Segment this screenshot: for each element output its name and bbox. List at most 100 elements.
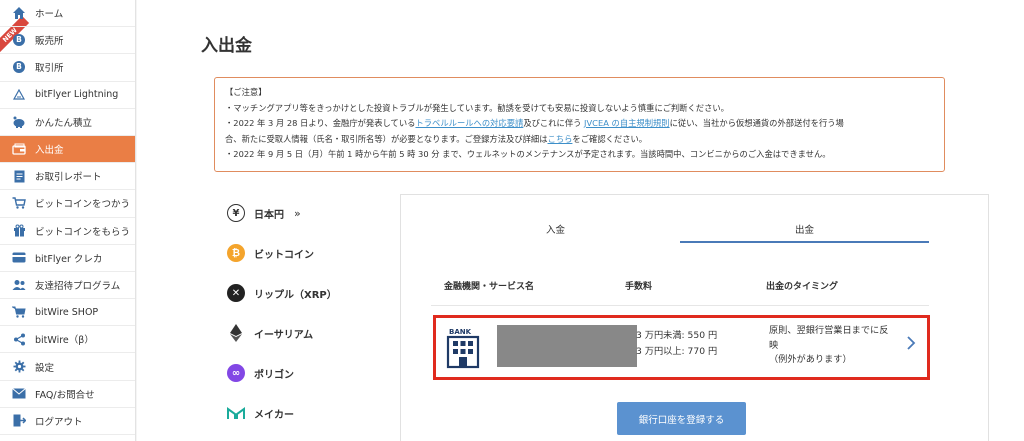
currency-label: メイカー (254, 409, 294, 421)
ethereum-icon (227, 324, 245, 342)
logout-icon (12, 414, 26, 428)
currency-item-btc[interactable]: ₿ ビットコイン (227, 233, 377, 273)
currency-list: ¥ 日本円 » ₿ ビットコイン ✕ リップル（XRP） イーサリアム ∞ ポリ… (227, 193, 377, 433)
sidebar-item-report[interactable]: お取引レポート (0, 163, 135, 191)
sidebar-item-get-bitcoin[interactable]: ビットコインをもらう (0, 218, 135, 245)
currency-item-eth[interactable]: イーサリアム (227, 313, 377, 353)
timing-line: 映 (769, 339, 779, 351)
sidebar-item-label: 取引所 (35, 63, 64, 75)
home-icon (12, 6, 26, 20)
app-root: NEW ホーム B 販売所 B 取引所 bitFlyer Lightning か… (0, 0, 1024, 441)
tab-withdraw[interactable]: 出金 (680, 217, 929, 243)
sidebar-item-label: かんたん積立 (35, 117, 93, 129)
share-icon (12, 332, 26, 346)
notice-text: 及びこれに伴う (523, 118, 585, 128)
currency-label: 日本円 (254, 209, 284, 221)
sidebar-item-label: ビットコインをつかう (35, 199, 131, 211)
register-bank-account-button[interactable]: 銀行口座を登録する (617, 402, 746, 435)
bank-account-row[interactable]: BANK 3 万円未満: 550 円 3 万円以上: 770 円 原則、翌銀行営… (433, 315, 930, 380)
credit-card-icon (12, 251, 26, 265)
sidebar-item-faq[interactable]: FAQ/お問合せ (0, 381, 135, 408)
notice-line: ・2022 年 9 月 5 日（月）午前 1 時から午前 5 時 30 分 まで… (225, 149, 831, 159)
notice-box: 【ご注意】 ・マッチングアプリ等をきっかけとした投資トラブルが発生しています。勧… (214, 77, 945, 172)
sidebar-item-label: 販売所 (35, 36, 64, 48)
sidebar-item-deposit-withdraw[interactable]: 入出金 (0, 135, 135, 164)
currency-label: ビットコイン (254, 249, 314, 261)
currency-label: イーサリアム (254, 329, 314, 341)
maker-icon (227, 404, 245, 422)
notice-text: ・2022 年 3 月 28 日より、金融庁が発表している (225, 118, 416, 128)
main-content: 入出金 【ご注意】 ・マッチングアプリ等をきっかけとした投資トラブルが発生してい… (137, 0, 1024, 441)
xrp-icon: ✕ (227, 284, 245, 302)
gear-icon (12, 360, 26, 374)
sidebar-item-label: bitWire（β） (35, 335, 94, 347)
currency-label: リップル（XRP） (254, 289, 337, 301)
timing-line: 原則、翌銀行営業日までに反 (769, 325, 889, 336)
notice-text: 合、新たに受取人情報（氏名・取引所名等）が必要となります。ご登録方法及び詳細は (225, 133, 548, 144)
sidebar-item-settings[interactable]: 設定 (0, 353, 135, 381)
sidebar-item-use-bitcoin[interactable]: ビットコインをつかう (0, 190, 135, 218)
double-chevron-right-icon: » (294, 206, 301, 220)
polygon-icon: ∞ (227, 364, 245, 382)
bank-building-icon: BANK (446, 328, 480, 369)
sidebar-item-credit-card[interactable]: bitFlyer クレカ (0, 245, 135, 272)
notice-heading: 【ご注意】 (225, 87, 267, 97)
gift-icon (12, 224, 26, 238)
travel-rule-link[interactable]: トラベルルールへの対応要請 (415, 118, 523, 128)
notice-line: 合、新たに受取人情報（氏名・取引所名等）が必要となります。ご登録方法及び詳細はこ… (225, 132, 934, 148)
sidebar-item-label: ホーム (35, 9, 64, 21)
wallet-icon (12, 142, 26, 156)
tab-deposit[interactable]: 入金 (431, 217, 680, 243)
sidebar-item-label: 設定 (35, 362, 55, 374)
jvcea-rule-link[interactable]: JVCEA の自主規制規則 (584, 118, 670, 128)
notice-line: ・2022 年 3 月 28 日より、金融庁が発表しているトラベルルールへの対応… (225, 116, 934, 132)
yen-icon: ¥ (227, 204, 245, 222)
sidebar-item-label: ビットコインをもらう (35, 226, 131, 238)
sidebar-item-logout[interactable]: ログアウト (0, 408, 135, 435)
currency-item-polygon[interactable]: ∞ ポリゴン (227, 353, 377, 393)
sidebar-item-retail[interactable]: B 販売所 (0, 27, 135, 55)
bitcoin-icon: ₿ (227, 244, 245, 262)
notice-line: ・マッチングアプリ等をきっかけとした投資トラブルが発生しています。勧誘を受けても… (225, 102, 729, 113)
sidebar-item-label: 入出金 (35, 145, 64, 157)
sidebar-item-accumulate[interactable]: かんたん積立 (0, 109, 135, 136)
chevron-right-icon (907, 336, 916, 350)
timing-line: （例外があります） (769, 354, 852, 365)
timing-info: 原則、翌銀行営業日までに反 映 （例外があります） (769, 324, 899, 368)
currency-item-maker[interactable]: メイカー (227, 393, 377, 433)
currency-item-xrp[interactable]: ✕ リップル（XRP） (227, 273, 377, 313)
details-link[interactable]: こちら (548, 134, 573, 144)
sidebar-item-bitwire-shop[interactable]: bitWire SHOP (0, 299, 135, 327)
sidebar: NEW ホーム B 販売所 B 取引所 bitFlyer Lightning か… (0, 0, 136, 441)
sidebar-item-label: bitWire SHOP (35, 306, 99, 318)
sidebar-item-label: お取引レポート (35, 172, 102, 184)
column-fee: 手数料 (625, 282, 653, 292)
sidebar-item-lightning[interactable]: bitFlyer Lightning (0, 82, 135, 109)
sidebar-item-label: FAQ/お問合せ (35, 389, 95, 401)
sidebar-item-bitwire[interactable]: bitWire（β） (0, 326, 135, 354)
page-title: 入出金 (201, 36, 252, 56)
piggy-bank-icon (12, 115, 26, 129)
sidebar-item-label: bitFlyer Lightning (35, 89, 119, 101)
transfer-tabs: 入金 出金 (431, 217, 929, 243)
fee-info: 3 万円未満: 550 円 3 万円以上: 770 円 (636, 328, 717, 360)
sidebar-item-label: 友達招待プログラム (35, 280, 121, 292)
cart-icon (12, 196, 26, 210)
shop-cart-icon (12, 305, 26, 319)
sidebar-item-home[interactable]: ホーム (0, 0, 135, 28)
mail-icon (12, 387, 26, 401)
lightning-icon (12, 88, 26, 102)
sidebar-item-exchange[interactable]: B 取引所 (0, 54, 135, 82)
fee-under-30k: 3 万円未満: 550 円 (636, 330, 718, 341)
notice-text: をご確認ください。 (572, 133, 648, 144)
report-icon (12, 169, 26, 183)
currency-item-jpy[interactable]: ¥ 日本円 » (227, 193, 377, 233)
sidebar-item-invite[interactable]: 友達招待プログラム (0, 272, 135, 300)
sidebar-item-label: bitFlyer クレカ (35, 253, 103, 265)
fee-over-30k: 3 万円以上: 770 円 (636, 346, 718, 357)
column-institution: 金融機関・サービス名 (444, 282, 535, 292)
invite-friends-icon (12, 278, 26, 292)
column-timing: 出金のタイミング (766, 282, 839, 292)
notice-text: に従い、当社から仮想通貨の外部送付を行う場 (669, 118, 844, 128)
divider (431, 305, 929, 306)
